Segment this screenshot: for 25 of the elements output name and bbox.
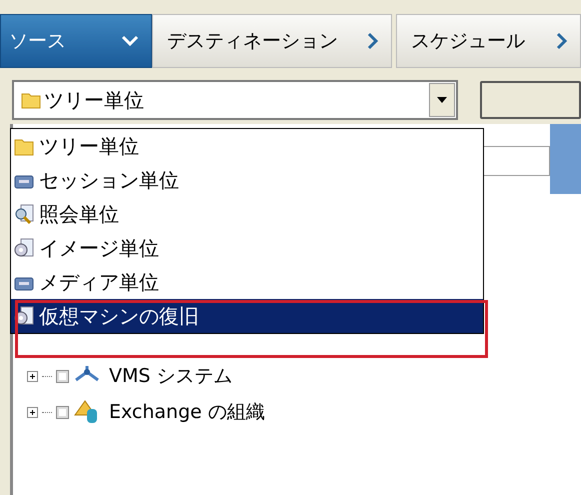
dropdown-option[interactable]: 仮想マシンの復旧: [11, 299, 483, 333]
toolbar-button[interactable]: [480, 81, 581, 119]
tab[interactable]: スケジュール: [396, 14, 581, 68]
dropdown-option[interactable]: 照会単位: [11, 197, 483, 231]
checkbox[interactable]: [56, 370, 69, 382]
chevron-right-icon: [556, 32, 568, 50]
disc-icon: [13, 237, 35, 259]
tab[interactable]: ソース: [0, 14, 152, 68]
tab[interactable]: デスティネーション: [152, 14, 392, 68]
expand-toggle[interactable]: [27, 370, 38, 382]
view-combo[interactable]: ツリー単位: [12, 80, 458, 120]
panel-strip: [550, 124, 581, 194]
checkbox[interactable]: [56, 406, 69, 418]
chevron-down-icon: [121, 35, 139, 47]
tree-item-label[interactable]: Exchange の組織: [109, 399, 265, 425]
dropdown-option[interactable]: イメージ単位: [11, 231, 483, 265]
chevron-right-icon: [367, 32, 379, 50]
disc-icon: [13, 305, 35, 327]
dropdown-option[interactable]: メディア単位: [11, 265, 483, 299]
dropdown-option[interactable]: ツリー単位: [11, 129, 483, 163]
tree-item-label[interactable]: VMS システム: [109, 363, 232, 389]
input-field[interactable]: [481, 146, 550, 176]
dropdown-option[interactable]: セッション単位: [11, 163, 483, 197]
search-icon: [13, 203, 35, 225]
expand-toggle[interactable]: [27, 406, 38, 418]
